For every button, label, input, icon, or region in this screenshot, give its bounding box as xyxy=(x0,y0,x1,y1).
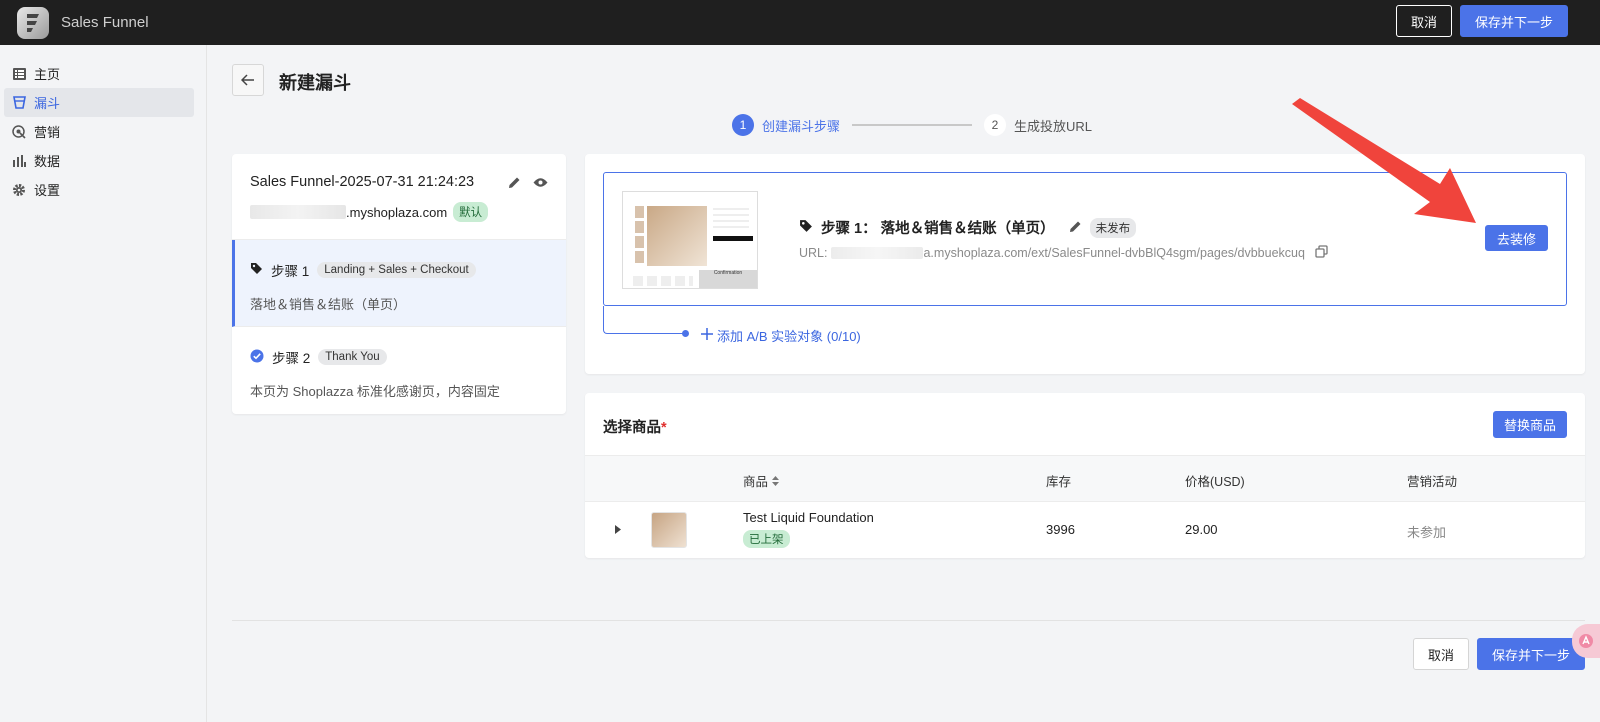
add-ab-test-link[interactable]: 添加 A/B 实验对象 (0/10) xyxy=(701,326,861,345)
edit-icon[interactable] xyxy=(508,176,521,192)
tag-icon xyxy=(799,219,813,236)
funnel-header: Sales Funnel-2025-07-31 21:24:23 .myshop… xyxy=(232,154,566,240)
replace-product-button[interactable]: 替换商品 xyxy=(1492,411,1567,438)
step-number: 2 xyxy=(984,114,1007,136)
footer-save-next-button[interactable]: 保存并下一步 xyxy=(1476,638,1585,670)
funnel-steps-panel: Sales Funnel-2025-07-31 21:24:23 .myshop… xyxy=(232,154,566,414)
funnel-name: Sales Funnel-2025-07-31 21:24:23 xyxy=(250,174,475,190)
back-button[interactable] xyxy=(232,64,264,96)
expand-row-icon[interactable] xyxy=(615,522,621,537)
step-label-create: 创建漏斗步骤 xyxy=(762,118,841,134)
footer-divider xyxy=(232,620,1585,621)
check-circle-icon xyxy=(250,349,264,366)
products-panel: 选择商品* 替换商品 商品 库存 价格(USD) 营销活动 Test Liqui… xyxy=(585,393,1585,558)
blurred-url xyxy=(831,247,924,259)
page-url: a.myshoplaza.com/ext/SalesFunnel-dvbBlQ4… xyxy=(923,246,1305,260)
sidebar: 主页 漏斗 营销 数据 设置 xyxy=(0,45,207,722)
sidebar-item-label: 主页 xyxy=(34,67,61,82)
translate-icon[interactable] xyxy=(1572,624,1600,658)
top-bar: Sales Funnel 取消 保存并下一步 xyxy=(0,0,1600,45)
thumb-buy-bar xyxy=(713,236,753,241)
default-badge: 默认 xyxy=(453,202,489,222)
status-badge: 未发布 xyxy=(1089,217,1137,238)
ab-connector xyxy=(603,306,685,334)
column-header-label: 商品 xyxy=(743,475,769,489)
url-label: URL: xyxy=(799,246,828,260)
step-type-tag: Landing + Sales + Checkout xyxy=(317,262,476,278)
page-title: 新建漏斗 xyxy=(279,73,351,93)
column-header-stock: 库存 xyxy=(1046,475,1072,489)
table-row: Test Liquid Foundation 已上架 3996 29.00 未参… xyxy=(585,502,1585,558)
blurred-domain xyxy=(250,205,346,219)
step-type-tag: Thank You xyxy=(318,349,387,365)
arrow-left-icon xyxy=(241,74,254,86)
thumb-product-image xyxy=(647,206,707,266)
gear-icon xyxy=(12,183,26,197)
sidebar-item-data[interactable]: 数据 xyxy=(4,146,194,175)
page-preview-thumbnail[interactable]: Confirmation xyxy=(622,191,758,289)
footer-cancel-button[interactable]: 取消 xyxy=(1412,638,1469,670)
page-card: Confirmation 步骤 1： 落地＆销售＆结账（单页） 未发布 URL:… xyxy=(603,172,1567,306)
funnel-step-2[interactable]: 步骤 2 Thank You 本页为 Shoplazza 标准化感谢页，内容固定 xyxy=(232,327,566,414)
products-title-text: 选择商品 xyxy=(603,420,661,436)
app-title: Sales Funnel xyxy=(61,14,149,31)
funnel-step-1[interactable]: 步骤 1 Landing + Sales + Checkout 落地＆销售＆结账… xyxy=(232,240,566,327)
list-icon xyxy=(12,67,26,81)
decorate-button[interactable]: 去装修 xyxy=(1484,225,1548,251)
tag-icon xyxy=(250,262,263,278)
product-status-badge: 已上架 xyxy=(743,530,790,548)
step-title: 步骤 2 xyxy=(272,351,311,366)
sidebar-item-home[interactable]: 主页 xyxy=(4,59,194,88)
funnel-domain: .myshoplaza.com xyxy=(346,204,448,220)
thumb-gallery xyxy=(635,206,644,266)
sidebar-item-marketing[interactable]: 营销 xyxy=(4,117,194,146)
product-name: Test Liquid Foundation xyxy=(743,510,874,525)
table-header: 商品 库存 价格(USD) 营销活动 xyxy=(585,455,1585,502)
sidebar-item-label: 营销 xyxy=(34,125,61,140)
step-label-url: 生成投放URL xyxy=(1014,118,1093,134)
page-card-title: 步骤 1： 落地＆销售＆结账（单页） xyxy=(821,221,1055,237)
column-header-product[interactable]: 商品 xyxy=(743,471,780,490)
products-title: 选择商品* xyxy=(603,416,667,437)
product-price: 29.00 xyxy=(1185,522,1218,537)
required-mark: * xyxy=(661,420,667,436)
eye-icon[interactable] xyxy=(533,176,548,192)
plus-icon xyxy=(701,328,713,343)
step-description: 落地＆销售＆结账（单页） xyxy=(250,297,407,312)
funnel-icon xyxy=(12,96,26,110)
sidebar-item-label: 漏斗 xyxy=(34,96,61,111)
cancel-button[interactable]: 取消 xyxy=(1395,5,1452,37)
product-thumbnail xyxy=(651,512,687,548)
sidebar-item-settings[interactable]: 设置 xyxy=(4,175,194,204)
save-next-button[interactable]: 保存并下一步 xyxy=(1459,5,1568,37)
sidebar-item-label: 数据 xyxy=(34,154,61,169)
target-icon xyxy=(12,124,26,139)
column-header-price: 价格(USD) xyxy=(1185,475,1245,489)
ab-connector-dot xyxy=(682,330,689,337)
product-campaign: 未参加 xyxy=(1407,525,1447,540)
sort-icon xyxy=(772,475,780,486)
edit-icon[interactable] xyxy=(1069,220,1082,236)
progress-stepper: 1 创建漏斗步骤 2 生成投放URL xyxy=(732,114,1092,136)
sidebar-item-label: 设置 xyxy=(34,183,61,198)
step-divider xyxy=(852,124,973,126)
step-title: 步骤 1 xyxy=(271,264,310,279)
sidebar-item-funnel[interactable]: 漏斗 xyxy=(4,88,194,117)
thumb-footer xyxy=(633,276,693,286)
add-ab-label: 添加 A/B 实验对象 (0/10) xyxy=(717,329,861,344)
step-description: 本页为 Shoplazza 标准化感谢页，内容固定 xyxy=(250,384,500,399)
product-stock: 3996 xyxy=(1046,522,1075,537)
step-number: 1 xyxy=(732,114,754,136)
page-editor-panel: Confirmation 步骤 1： 落地＆销售＆结账（单页） 未发布 URL:… xyxy=(585,154,1585,374)
column-header-campaign: 营销活动 xyxy=(1407,475,1458,489)
bar-chart-icon xyxy=(12,154,26,168)
thumb-confirmation: Confirmation xyxy=(699,270,757,288)
app-logo-icon xyxy=(17,6,49,39)
thumb-text-lines xyxy=(713,208,749,228)
copy-icon[interactable] xyxy=(1315,245,1328,261)
